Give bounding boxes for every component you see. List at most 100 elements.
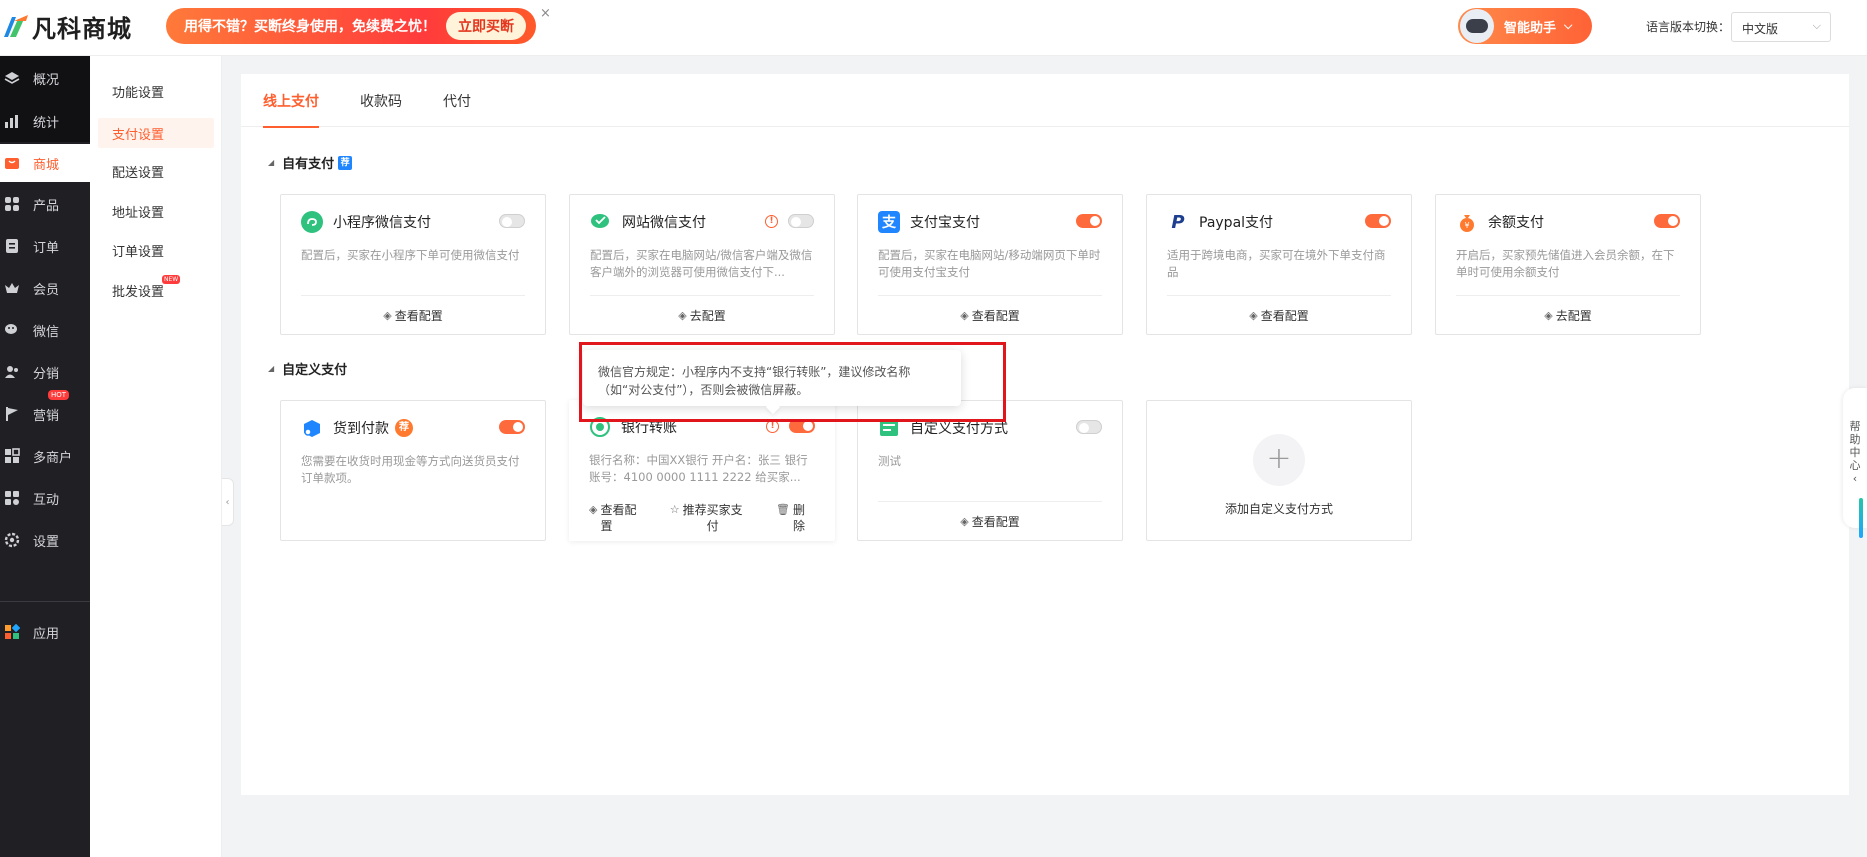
enable-toggle[interactable] (789, 419, 815, 433)
subnav-label: 订单设置 (112, 244, 165, 260)
tab-proxy-pay[interactable]: 代付 (443, 74, 471, 127)
buyout-button[interactable]: 立即买断 (446, 12, 526, 40)
payment-description: 测试 (878, 454, 901, 468)
action-label: 除 (792, 519, 805, 533)
enable-toggle[interactable] (1365, 214, 1391, 228)
subnav-item-wholesale[interactable]: 批发设置 NEW (98, 275, 214, 305)
alipay-icon: 支 (878, 211, 900, 233)
language-value: 中文版 (1742, 22, 1779, 36)
section-title-text: 自定义支付 (282, 363, 348, 378)
sidebar-item-wechat[interactable]: 微信 (0, 312, 90, 348)
sidebar-item-label: 分销 (33, 366, 60, 382)
chevron-left-icon: ‹ (225, 496, 230, 508)
view-config-button[interactable]: ◈ 查看配置 (1167, 295, 1391, 335)
language-select[interactable]: 中文版 ⌵ (1731, 12, 1831, 42)
sidebar-item-label: 微信 (33, 324, 60, 340)
sidebar-item-interaction[interactable]: 互动 (0, 480, 90, 516)
tab-online-payment[interactable]: 线上支付 (263, 74, 319, 128)
bank-transfer-icon (589, 416, 611, 438)
payment-description: 银行名称：中国XX银行 开户名：张三 银行账号：4100 0000 1111 2… (589, 453, 808, 484)
box-icon (301, 417, 323, 439)
collapse-sidebar-handle[interactable]: ‹ (222, 478, 234, 526)
sidebar-item-label: 产品 (33, 198, 60, 214)
wechat-icon (4, 322, 20, 338)
subnav-item-delivery[interactable]: 配送设置 (98, 156, 214, 186)
add-custom-payment-card[interactable]: + 添加自定义支付方式 (1146, 400, 1412, 541)
sidebar-item-stats[interactable]: 统计 (0, 100, 90, 142)
payment-description: 配置后，买家在小程序下单可使用微信支付 (301, 248, 520, 262)
tab-qr-code[interactable]: 收款码 (360, 74, 402, 127)
sidebar-item-marketing[interactable]: 营销 HOT (0, 390, 90, 432)
enable-toggle[interactable] (1076, 214, 1102, 228)
star-icon: ☆ (669, 503, 680, 516)
sidebar-item-orders[interactable]: 订单 (0, 228, 90, 264)
configure-button[interactable]: ◈ 去配置 (590, 295, 814, 335)
payment-card-alipay: 支 支付宝支付 配置后，买家在电脑网站/移动端网页下单时可使用支付宝支付 ◈ 查看… (857, 194, 1123, 335)
help-center-tab[interactable]: 帮 助 中 心 ‹ (1843, 388, 1867, 528)
recommend-button[interactable]: ☆ 推荐买家支付 (670, 502, 743, 534)
logo[interactable]: 凡科商城 (0, 8, 132, 44)
subnav-item-features[interactable]: 功能设置 (98, 76, 214, 106)
payment-card-balance: ¥ 余额支付 开启后，买家预先储值进入会员余额，在下单时可使用余额支付 ◈ 去配置 (1435, 194, 1701, 335)
apps-icon (4, 624, 20, 640)
help-char: 中 (1849, 446, 1861, 459)
bank-card-actions: ◈ 查看配置 ☆ 推荐买家支付 🗑 删除 (589, 498, 805, 538)
subnav-label: 配送设置 (112, 165, 165, 181)
add-custom-label: 添加自定义支付方式 (1224, 502, 1333, 516)
view-config-button[interactable]: ◈ 查看配置 (878, 295, 1102, 335)
view-config-button[interactable]: ◈ 查看配置 (878, 501, 1102, 541)
sidebar-item-label: 应用 (33, 626, 60, 642)
trash-icon: 🗑 (776, 503, 790, 516)
sub-nav: 功能设置 支付设置 配送设置 地址设置 订单设置 批发设置 NEW (90, 56, 222, 857)
payment-name: 支付宝支付 (910, 215, 980, 231)
layers-icon: ◈ (960, 515, 969, 528)
view-config-button[interactable]: ◈ 查看配置 (301, 295, 525, 335)
payment-card-bank-transfer: 银行转账 ! 银行名称：中国XX银行 开户名：张三 银行账号：4100 0000… (569, 400, 835, 541)
subnav-item-order[interactable]: 订单设置 (98, 235, 214, 265)
sidebar-item-distribution[interactable]: 分销 (0, 354, 90, 390)
payment-settings-panel: 线上支付 收款码 代付 ◢ 自有支付 荐 小程序微信支付 配置后，买家在小程序下… (241, 74, 1849, 795)
payment-description: 配置后，买家在电脑网站/移动端网页下单时可使用支付宝支付 (878, 248, 1101, 279)
enable-toggle[interactable] (499, 420, 525, 434)
smart-assistant-button[interactable]: 智能助手 ⌵ (1458, 8, 1592, 44)
sidebar-item-products[interactable]: 产品 (0, 186, 90, 222)
warning-icon[interactable]: ! (765, 215, 778, 228)
sidebar-item-overview[interactable]: 概况 (0, 56, 90, 100)
sidebar-item-settings[interactable]: 设置 (0, 522, 90, 558)
action-label: 查看配置 (1260, 309, 1309, 323)
sidebar-item-shop[interactable]: 商城 (0, 144, 90, 182)
wechat-policy-tooltip: 微信官方规定：小程序内不支持“银行转账”，建议修改名称（如“对公支付”），否则会… (583, 350, 961, 406)
shop-icon (4, 155, 20, 171)
warning-icon[interactable]: ! (766, 420, 779, 433)
view-config-button[interactable]: ◈ 查看配置 (589, 502, 636, 534)
layers-icon: ◈ (678, 309, 687, 322)
sidebar-item-members[interactable]: 会员 (0, 270, 90, 306)
promo-banner[interactable]: 用得不错？买断终身使用，免续费之忧！ 立即买断 (166, 8, 536, 44)
close-icon[interactable]: × (540, 6, 551, 21)
money-bag-icon: ¥ (1456, 211, 1478, 233)
sidebar-item-multi-merchant[interactable]: 多商户 (0, 438, 90, 474)
enable-toggle[interactable] (788, 214, 814, 228)
configure-button[interactable]: ◈ 去配置 (1456, 295, 1680, 335)
tab-bar: 线上支付 收款码 代付 (241, 74, 1849, 128)
recommend-tag: 荐 (395, 419, 413, 437)
action-label: 查看配置 (394, 309, 443, 323)
delete-button[interactable]: 🗑 删除 (776, 502, 805, 534)
section-title-text: 自有支付 (282, 157, 335, 172)
sidebar-item-label: 订单 (33, 240, 60, 256)
subnav-item-address[interactable]: 地址设置 (98, 196, 214, 226)
action-label: 查看配置 (971, 309, 1020, 323)
subnav-item-payment[interactable]: 支付设置 (98, 118, 214, 148)
robot-avatar-icon (1460, 9, 1494, 43)
sidebar-item-label: 设置 (33, 534, 60, 550)
sidebar-item-apps[interactable]: 应用 (0, 614, 90, 650)
payment-card-custom-method: 自定义支付方式 测试 ◈ 查看配置 (857, 400, 1123, 541)
new-badge: NEW (162, 275, 181, 284)
language-label: 语言版本切换： (1646, 20, 1731, 34)
enable-toggle[interactable] (1654, 214, 1680, 228)
layers-icon (4, 70, 20, 86)
enable-toggle[interactable] (499, 214, 525, 228)
enable-toggle[interactable] (1076, 420, 1102, 434)
wechat-icon (590, 211, 612, 233)
help-char: 帮 (1849, 420, 1861, 433)
